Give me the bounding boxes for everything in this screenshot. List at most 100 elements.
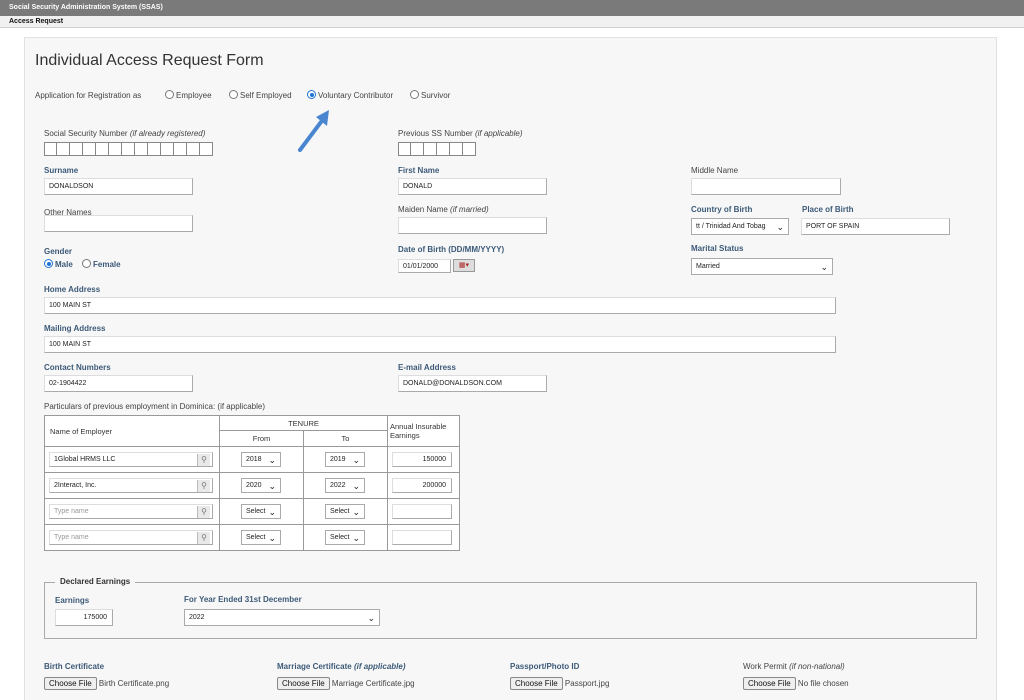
from-value: Select (246, 534, 266, 541)
ssn-input[interactable] (44, 142, 213, 156)
earnings-input[interactable]: 150000 (392, 452, 452, 467)
employer-input[interactable]: 1Global HRMS LLC ⚲ (49, 452, 213, 467)
earnings-input[interactable] (392, 530, 452, 545)
place-of-birth-input[interactable]: PORT OF SPAIN (801, 218, 950, 235)
mailing-address-input[interactable]: 100 MAIN ST (44, 336, 836, 353)
radio-label: Male (55, 260, 73, 269)
system-title: Social Security Administration System (S… (9, 4, 163, 11)
col-to-header: To (303, 430, 388, 447)
employer-input[interactable]: Type name ⚲ (49, 504, 213, 519)
breadcrumb: Access Request (0, 16, 1024, 28)
choose-file-button[interactable]: Choose File (277, 677, 330, 690)
radio-icon (229, 90, 238, 99)
from-value: 2020 (246, 482, 262, 489)
passport-label: Passport/Photo ID (510, 662, 580, 671)
first-name-input[interactable]: DONALD (398, 178, 547, 195)
year-label: For Year Ended 31st December (184, 595, 302, 604)
maiden-name-label: Maiden Name (if married) (398, 205, 489, 214)
chevron-down-icon: ⌄ (268, 455, 276, 465)
work-permit-hint: (if non-national) (789, 662, 845, 671)
radio-icon (410, 90, 419, 99)
middle-name-input[interactable] (691, 178, 841, 195)
contact-numbers-label: Contact Numbers (44, 363, 111, 372)
calendar-icon[interactable]: ▦▾ (453, 259, 475, 272)
file-name: No file chosen (797, 679, 849, 688)
from-select[interactable]: Select ⌄ (241, 530, 281, 545)
prev-ssn-label: Previous SS Number (if applicable) (398, 129, 523, 138)
email-input[interactable]: DONALD@DONALDSON.COM (398, 375, 547, 392)
employer-input[interactable]: Type name ⚲ (49, 530, 213, 545)
contact-numbers-input[interactable]: 02-1904422 (44, 375, 193, 392)
search-icon[interactable]: ⚲ (197, 454, 210, 466)
radio-male[interactable]: Male (44, 259, 73, 269)
marriage-certificate-label: Marriage Certificate (if applicable) (277, 662, 406, 671)
registration-label: Application for Registration as (35, 91, 142, 100)
earnings-input[interactable] (392, 504, 452, 519)
from-select[interactable]: 2018 ⌄ (241, 452, 281, 467)
dob-label: Date of Birth (DD/MM/YYYY) (398, 245, 505, 254)
radio-icon (165, 90, 174, 99)
pointer-arrow-icon (298, 110, 329, 152)
chevron-down-icon: ⌄ (352, 481, 360, 491)
search-icon[interactable]: ⚲ (197, 506, 210, 518)
file-name: Marriage Certificate.jpg (331, 679, 415, 688)
chevron-down-icon: ⌄ (367, 613, 375, 623)
to-value: Select (330, 508, 350, 515)
prev-ssn-label-text: Previous SS Number (398, 129, 473, 138)
marital-status-select[interactable]: Married ⌄ (691, 258, 833, 275)
to-value: Select (330, 534, 350, 541)
table-row: 1Global HRMS LLC ⚲ 2018 ⌄ 2019 ⌄ 150000 (44, 446, 460, 473)
choose-file-button[interactable]: Choose File (44, 677, 97, 690)
radio-selected-icon (307, 90, 316, 99)
dob-input[interactable]: 01/01/2000 (398, 259, 451, 273)
to-select[interactable]: 2022 ⌄ (325, 478, 365, 493)
ssn-label-text: Social Security Number (44, 129, 128, 138)
radio-female[interactable]: Female (82, 259, 121, 269)
ssn-hint: (if already registered) (129, 129, 206, 138)
system-title-bar: Social Security Administration System (S… (0, 0, 1024, 16)
marriage-label-text: Marriage Certificate (277, 662, 352, 671)
birth-certificate-upload: Choose File Birth Certificate.png (44, 677, 169, 690)
search-icon[interactable]: ⚲ (197, 480, 210, 492)
chevron-down-icon: ⌄ (820, 262, 828, 272)
col-from-header: From (219, 430, 304, 447)
chevron-down-icon: ⌄ (352, 507, 360, 517)
radio-selected-icon (44, 259, 53, 268)
choose-file-button[interactable]: Choose File (743, 677, 796, 690)
maiden-name-input[interactable] (398, 217, 547, 234)
employer-value: 2Interact, Inc. (54, 482, 97, 489)
birth-certificate-label: Birth Certificate (44, 662, 105, 671)
to-value: 2022 (330, 482, 346, 489)
country-of-birth-select[interactable]: tt / Trinidad And Tobag ⌄ (691, 218, 789, 235)
surname-input[interactable]: DONALDSON (44, 178, 193, 195)
earnings-input[interactable]: 200000 (392, 478, 452, 493)
search-icon[interactable]: ⚲ (197, 532, 210, 544)
place-of-birth-label: Place of Birth (802, 205, 854, 214)
from-select[interactable]: Select ⌄ (241, 504, 281, 519)
work-permit-label: Work Permit (if non-national) (743, 662, 845, 671)
year-select[interactable]: 2022 ⌄ (184, 609, 380, 626)
file-name: Passport.jpg (564, 679, 610, 688)
from-select[interactable]: 2020 ⌄ (241, 478, 281, 493)
chevron-down-icon: ⌄ (268, 507, 276, 517)
choose-file-button[interactable]: Choose File (510, 677, 563, 690)
to-select[interactable]: Select ⌄ (325, 530, 365, 545)
radio-self-employed[interactable]: Self Employed (229, 90, 292, 100)
home-address-input[interactable]: 100 MAIN ST (44, 297, 836, 314)
maiden-name-label-text: Maiden Name (398, 205, 448, 214)
prev-ssn-input[interactable] (398, 142, 476, 156)
radio-survivor[interactable]: Survivor (410, 90, 450, 100)
to-select[interactable]: 2019 ⌄ (325, 452, 365, 467)
maiden-name-hint: (if married) (450, 205, 489, 214)
col-earnings-header: Annual Insurable Earnings (387, 415, 460, 447)
radio-voluntary-contributor[interactable]: Voluntary Contributor (307, 90, 393, 100)
declared-earnings-input[interactable]: 175000 (55, 609, 113, 626)
middle-name-label: Middle Name (691, 166, 739, 175)
other-names-input[interactable] (44, 215, 193, 232)
file-name: Birth Certificate.png (98, 679, 170, 688)
earnings-label: Earnings (55, 596, 90, 605)
to-select[interactable]: Select ⌄ (325, 504, 365, 519)
employer-input[interactable]: 2Interact, Inc. ⚲ (49, 478, 213, 493)
email-label: E-mail Address (398, 363, 456, 372)
radio-employee[interactable]: Employee (165, 90, 212, 100)
